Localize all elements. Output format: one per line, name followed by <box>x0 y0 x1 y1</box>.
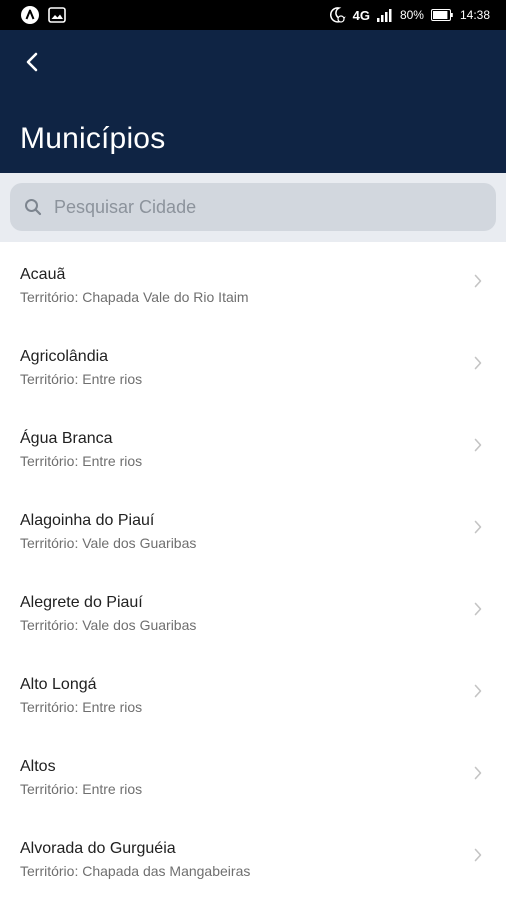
city-name: Alagoinha do Piauí <box>20 512 155 529</box>
search-input[interactable] <box>54 196 454 218</box>
app-notification-icon <box>20 5 40 25</box>
city-territory: Território: Entre rios <box>20 699 143 715</box>
image-notification-icon <box>48 7 66 23</box>
city-name: Alvorada do Gurguéia <box>20 840 176 857</box>
city-name: Água Branca <box>20 430 113 447</box>
city-territory: Território: Entre rios <box>20 453 143 469</box>
city-territory: Território: Vale dos Guaribas <box>20 535 197 551</box>
list-item[interactable]: Acauã Território: Chapada Vale do Rio It… <box>0 242 506 324</box>
city-name: Acauã <box>20 266 66 283</box>
network-type: 4G <box>352 7 370 23</box>
signal-icon <box>376 8 393 22</box>
chevron-right-icon <box>472 766 484 780</box>
status-left <box>20 5 66 25</box>
list-item[interactable]: Alagoinha do Piauí Território: Vale dos … <box>0 488 506 570</box>
chevron-right-icon <box>472 438 484 452</box>
chevron-right-icon <box>472 274 484 288</box>
page-title: Municípios <box>20 122 166 155</box>
battery-percent: 80% <box>399 8 424 22</box>
search-icon <box>25 199 42 216</box>
city-territory: Território: Chapada Vale do Rio Itaim <box>20 289 249 305</box>
city-territory: Território: Vale dos Guaribas <box>20 617 197 633</box>
city-name: Agricolândia <box>20 348 109 365</box>
city-territory: Território: Entre rios <box>20 781 143 797</box>
list-item[interactable]: Água Branca Território: Entre rios <box>0 406 506 488</box>
chevron-right-icon <box>472 520 484 534</box>
status-bar: 4G 80% 14:38 <box>0 0 506 30</box>
city-territory: Território: Entre rios <box>20 371 143 387</box>
search-area <box>0 173 506 242</box>
chevron-right-icon <box>472 684 484 698</box>
city-list: Acauã Território: Chapada Vale do Rio It… <box>0 242 506 898</box>
chevron-left-icon <box>26 52 38 72</box>
app-header: Municípios <box>0 30 506 173</box>
chevron-right-icon <box>472 356 484 370</box>
battery-icon <box>430 9 453 21</box>
city-territory: Território: Chapada das Mangabeiras <box>20 863 251 879</box>
list-item[interactable]: Altos Território: Entre rios <box>0 734 506 816</box>
city-name: Alto Longá <box>20 676 97 693</box>
search-box[interactable] <box>10 183 496 231</box>
back-button[interactable] <box>18 48 46 76</box>
list-item[interactable]: Alvorada do Gurguéia Território: Chapada… <box>0 816 506 898</box>
list-item[interactable]: Agricolândia Território: Entre rios <box>0 324 506 406</box>
list-item[interactable]: Alegrete do Piauí Território: Vale dos G… <box>0 570 506 652</box>
status-right: 4G 80% 14:38 <box>328 6 490 24</box>
city-name: Altos <box>20 758 56 775</box>
clock: 14:38 <box>459 8 490 22</box>
do-not-disturb-icon <box>328 6 346 24</box>
city-name: Alegrete do Piauí <box>20 594 143 611</box>
chevron-right-icon <box>472 602 484 616</box>
list-item[interactable]: Alto Longá Território: Entre rios <box>0 652 506 734</box>
chevron-right-icon <box>472 848 484 862</box>
